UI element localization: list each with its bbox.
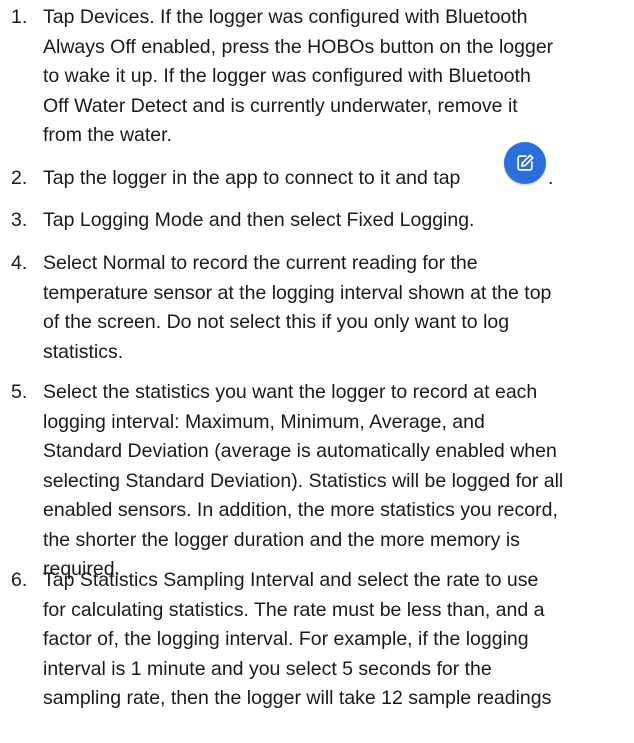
step-number: 6. [11, 569, 28, 591]
step-line: Tap Logging Mode and then select Fixed L… [43, 209, 475, 231]
step-number: 3. [11, 209, 28, 231]
step-line: of the screen. Do not select this if you… [43, 311, 510, 333]
step-line: Tap Statistics Sampling Interval and sel… [43, 569, 539, 591]
step-line: Always Off enabled, press the HOBOs butt… [43, 35, 554, 58]
step-number: 1. [11, 6, 28, 28]
step-text: Tap Statistics Sampling Interval and sel… [43, 566, 628, 714]
step-text: Select the statistics you want the logge… [43, 378, 628, 585]
step-number: 5. [11, 381, 28, 403]
step-line: selecting Standard Deviation). Statistic… [43, 469, 564, 492]
step-line: for calculating statistics. The rate mus… [43, 598, 545, 621]
step-2-trailing-period: . [548, 167, 554, 189]
step-line: logging interval: Maximum, Minimum, Aver… [43, 410, 485, 433]
step-number: 2. [11, 167, 28, 189]
step-line: factor of, the logging interval. For exa… [43, 628, 529, 650]
step-text: Select Normal to record the current read… [43, 249, 628, 367]
step-text: Tap Devices. If the logger was configure… [43, 3, 628, 151]
step-line: Select the statistics you want the logge… [43, 381, 538, 403]
instruction-document: 1. Tap Devices. If the logger was config… [0, 0, 634, 743]
step-number: 4. [11, 252, 28, 274]
step-line: from the water. [43, 124, 172, 146]
step-line: Tap Devices. If the logger was configure… [43, 6, 528, 28]
step-line: Off Water Detect and is currently underw… [43, 94, 518, 117]
step-line: to wake it up. If the logger was configu… [43, 65, 531, 87]
step-text: Tap Logging Mode and then select Fixed L… [43, 206, 628, 236]
edit-pencil-icon-glyph [517, 154, 534, 171]
step-line: statistics. [43, 340, 124, 363]
step-line: enabled sensors. In addition, the more s… [43, 499, 558, 521]
step-line: Standard Deviation (average is automatic… [43, 440, 557, 462]
step-line: sampling rate, then the logger will take… [43, 687, 552, 709]
edit-pencil-icon [504, 142, 546, 184]
step-line: the shorter the logger duration and the … [43, 528, 520, 551]
step-line: Select Normal to record the current read… [43, 252, 478, 274]
step-line: temperature sensor at the logging interv… [43, 281, 552, 304]
step-line: interval is 1 minute and you select 5 se… [43, 657, 492, 680]
